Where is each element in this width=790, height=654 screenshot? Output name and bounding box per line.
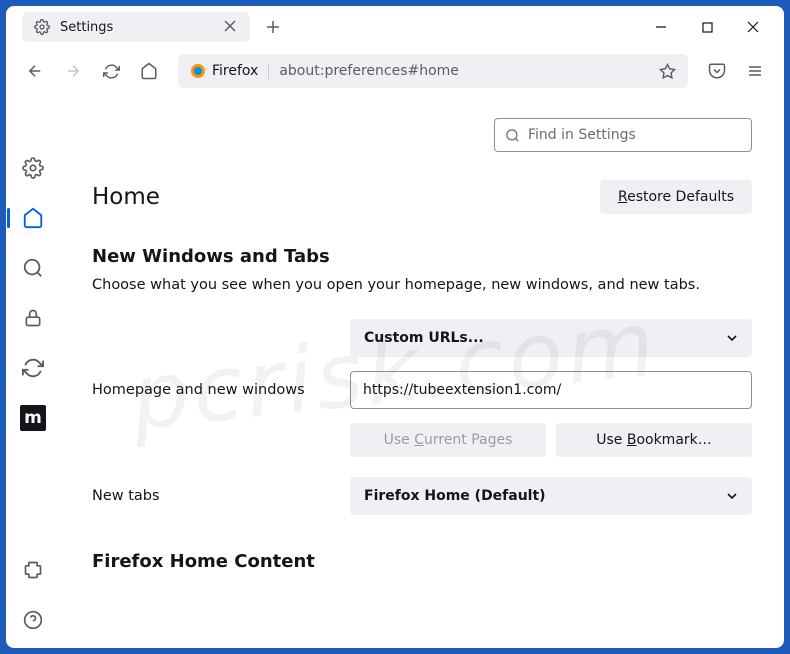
sidebar-item-sync[interactable]: [15, 350, 51, 386]
homepage-url-input[interactable]: [350, 371, 752, 409]
chevron-down-icon: [726, 490, 738, 502]
more-icon: m: [20, 405, 46, 431]
close-icon[interactable]: [224, 20, 238, 34]
search-icon: [505, 128, 520, 143]
sidebar-item-home[interactable]: [15, 200, 51, 236]
use-current-pages-button[interactable]: Use Current Pages: [350, 423, 546, 457]
restore-defaults-button[interactable]: RRestore Defaultsestore Defaults: [600, 180, 752, 214]
main-panel: Find in Settings Home RRestore Defaultse…: [60, 94, 784, 648]
homepage-select-value: Custom URLs...: [364, 330, 484, 346]
page-title: Home: [92, 184, 160, 210]
homepage-select[interactable]: Custom URLs...: [350, 319, 752, 357]
reload-button[interactable]: [94, 54, 128, 88]
use-bookmark-button[interactable]: Use Bookmark…: [556, 423, 752, 457]
sidebar: m: [6, 94, 60, 648]
newtabs-select-value: Firefox Home (Default): [364, 488, 546, 504]
content-area: pcrisk.com m: [6, 94, 784, 648]
back-button[interactable]: [18, 54, 52, 88]
chevron-down-icon: [726, 332, 738, 344]
newtabs-label: New tabs: [92, 488, 350, 504]
sidebar-item-privacy[interactable]: [15, 300, 51, 336]
search-input[interactable]: Find in Settings: [494, 118, 752, 152]
url-bar[interactable]: Firefox about:preferences#home: [178, 54, 688, 88]
sidebar-item-help[interactable]: [15, 602, 51, 638]
minimize-button[interactable]: [638, 7, 684, 47]
browser-window: Settings: [6, 6, 784, 648]
tab-title: Settings: [60, 20, 214, 35]
search-placeholder: Find in Settings: [528, 127, 636, 143]
titlebar: Settings: [6, 6, 784, 48]
homepage-label: Homepage and new windows: [92, 382, 350, 398]
section-description: Choose what you see when you open your h…: [92, 277, 752, 293]
gear-icon: [34, 19, 50, 35]
firefox-icon: [190, 63, 206, 79]
urlbar-identity: Firefox: [190, 63, 269, 79]
sidebar-item-extensions[interactable]: [15, 552, 51, 588]
sidebar-item-general[interactable]: [15, 150, 51, 186]
close-button[interactable]: [730, 7, 776, 47]
active-tab[interactable]: Settings: [22, 12, 250, 42]
section2-title: Firefox Home Content: [92, 551, 752, 572]
sidebar-item-more[interactable]: m: [15, 400, 51, 436]
section-title: New Windows and Tabs: [92, 246, 752, 267]
new-tab-button[interactable]: [258, 12, 288, 42]
toolbar: Firefox about:preferences#home: [6, 48, 784, 94]
window-controls: [638, 7, 776, 47]
bookmark-star-icon[interactable]: [659, 63, 676, 80]
newtabs-select[interactable]: Firefox Home (Default): [350, 477, 752, 515]
pocket-button[interactable]: [700, 54, 734, 88]
urlbar-text: about:preferences#home: [279, 63, 649, 79]
urlbar-identity-label: Firefox: [212, 63, 258, 79]
maximize-button[interactable]: [684, 7, 730, 47]
forward-button[interactable]: [56, 54, 90, 88]
sidebar-item-search[interactable]: [15, 250, 51, 286]
app-menu-button[interactable]: [738, 54, 772, 88]
home-button[interactable]: [132, 54, 166, 88]
